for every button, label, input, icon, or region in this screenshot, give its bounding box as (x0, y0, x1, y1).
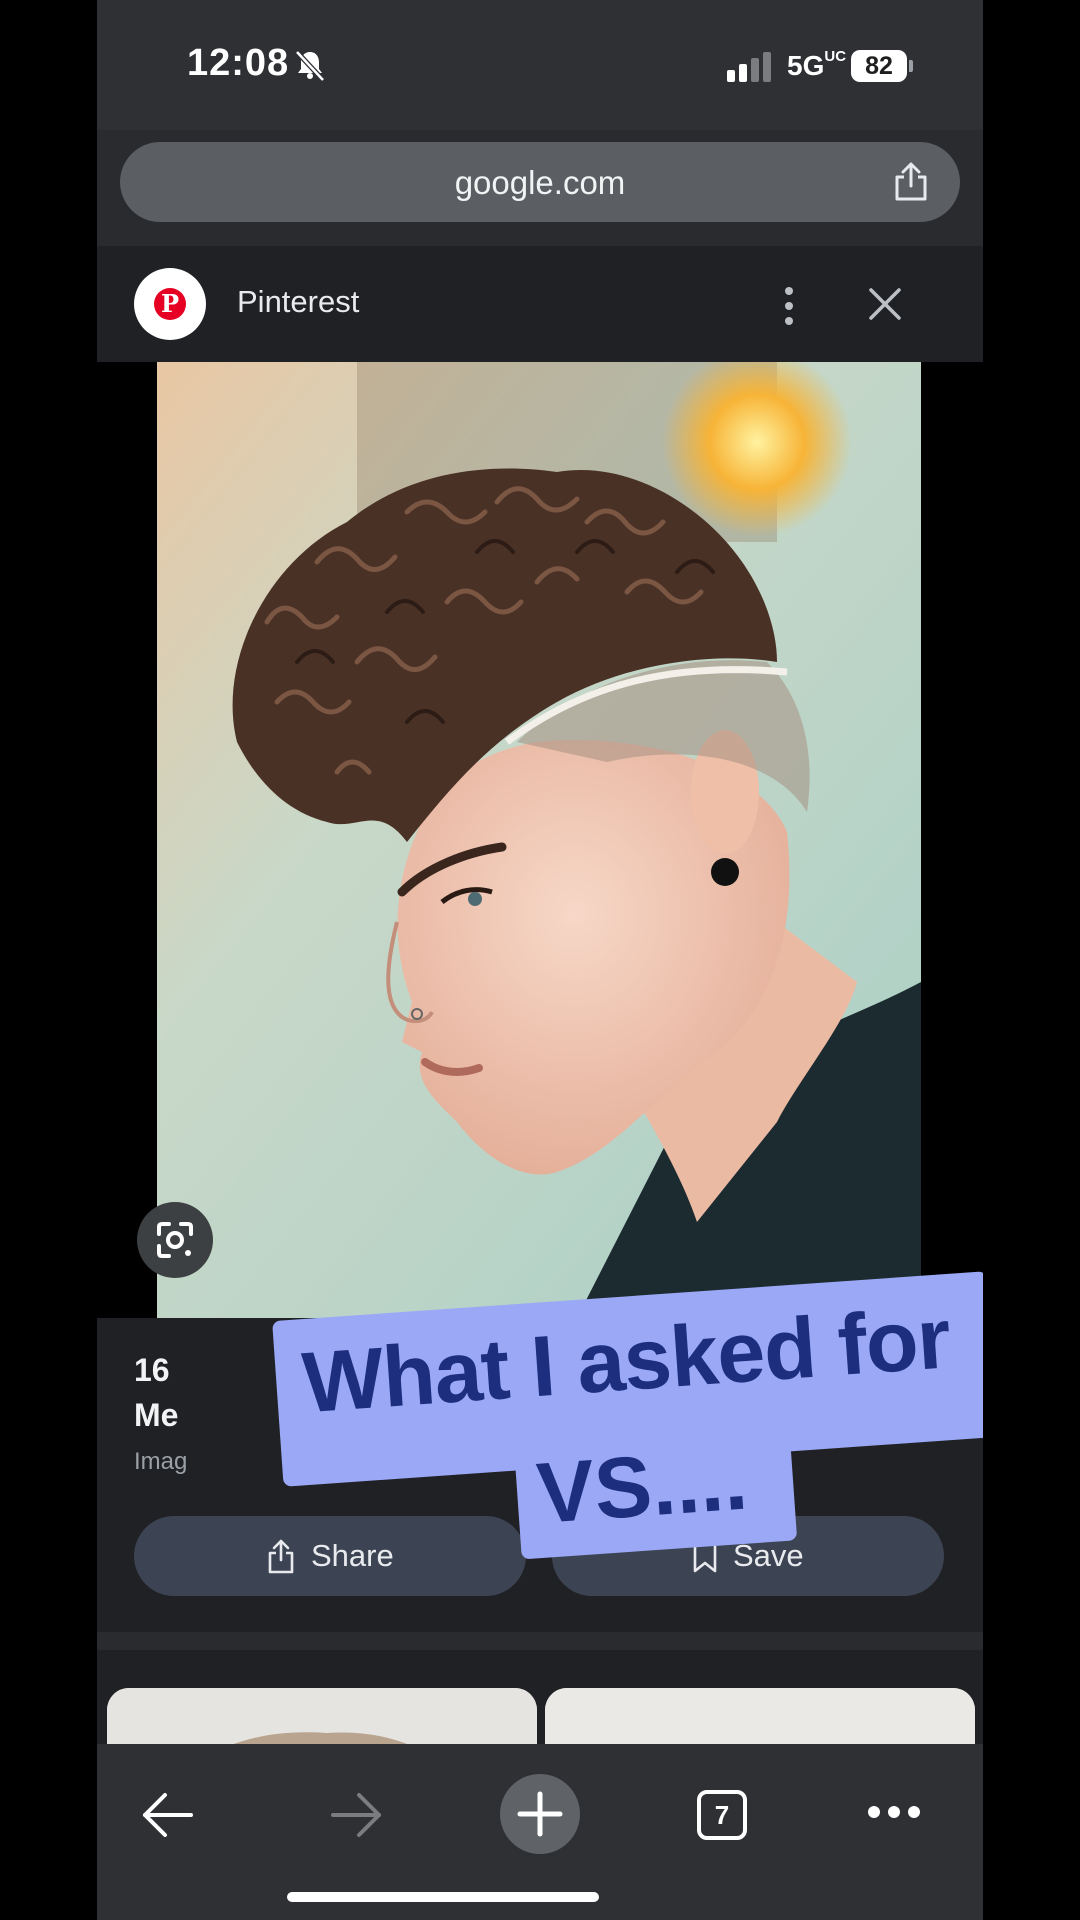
tab-switcher-button[interactable]: 7 (697, 1790, 747, 1840)
status-bar: 12:08 5GUC 82 (97, 0, 983, 130)
site-name[interactable]: Pinterest (237, 284, 359, 320)
more-options-icon[interactable] (783, 286, 795, 326)
close-icon[interactable] (867, 286, 903, 322)
caption-line-2: VS.... (533, 1431, 751, 1542)
site-header: P Pinterest (97, 246, 983, 362)
pinterest-p-icon: P (154, 288, 186, 320)
silent-bell-icon (295, 50, 325, 82)
share-label: Share (311, 1538, 394, 1573)
phone-screen: 12:08 5GUC 82 google.com P Pinterest 16 … (97, 0, 983, 1920)
lens-icon (157, 1222, 193, 1258)
signal-icon (727, 52, 771, 82)
battery-tip (909, 60, 913, 72)
pinterest-logo[interactable]: P (134, 268, 206, 340)
google-lens-button[interactable] (137, 1202, 213, 1278)
status-time: 12:08 (187, 42, 290, 84)
network-type: 5GUC (787, 48, 847, 81)
image-viewer (97, 362, 983, 1318)
battery-indicator: 82 (851, 50, 907, 82)
back-arrow-icon[interactable] (141, 1790, 195, 1840)
share-button[interactable]: Share (134, 1516, 526, 1596)
hairstyle-photo[interactable] (157, 362, 921, 1318)
network-subtype: UC (824, 48, 847, 65)
address-bar[interactable]: google.com (120, 142, 960, 222)
home-indicator[interactable] (287, 1892, 599, 1902)
url-text: google.com (454, 164, 626, 201)
share-icon[interactable] (892, 162, 930, 202)
share-icon (268, 1539, 294, 1574)
related-results (97, 1650, 983, 1808)
more-menu-icon[interactable] (867, 1802, 921, 1822)
forward-arrow-icon[interactable] (329, 1790, 383, 1840)
new-tab-button[interactable] (500, 1774, 580, 1854)
plus-icon (517, 1791, 563, 1837)
